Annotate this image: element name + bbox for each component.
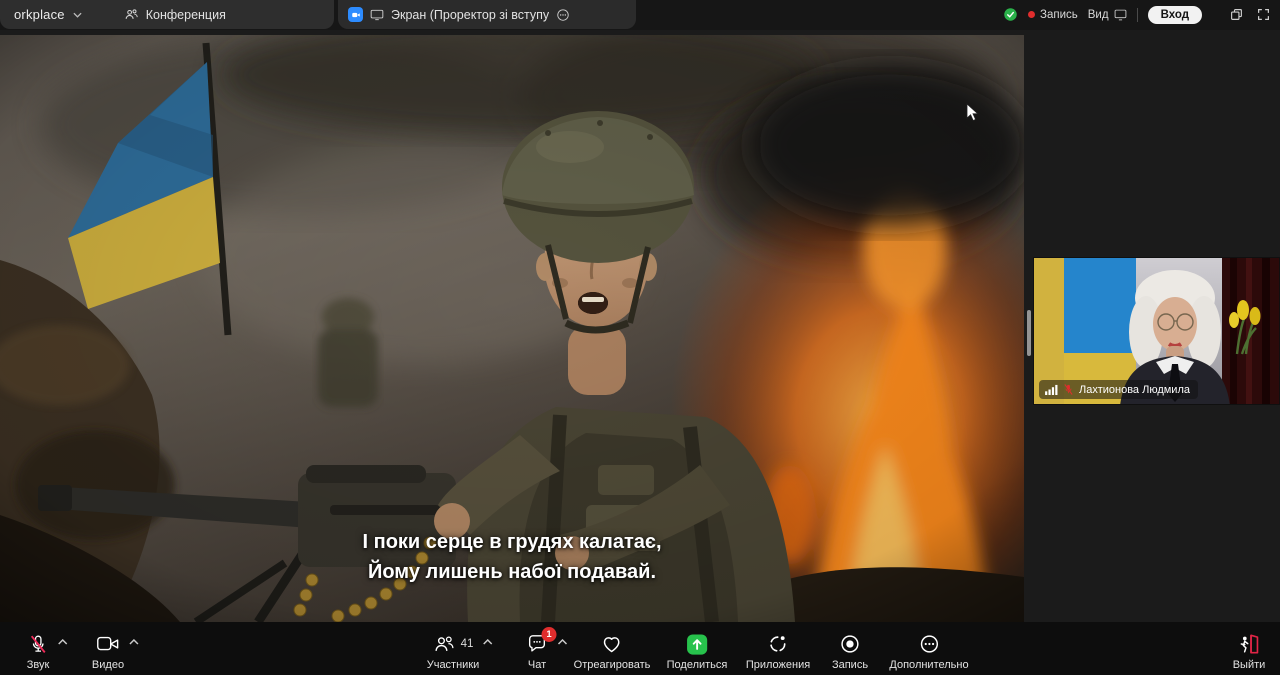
participants-button[interactable]: 41 Участники [423, 630, 484, 673]
record-button[interactable]: Запись [828, 630, 872, 673]
participant-name-label: Лахтионова Людмила [1039, 380, 1198, 399]
audio-label: Звук [27, 659, 50, 671]
participants-icon [433, 633, 456, 655]
workspace-tab-group[interactable]: orkplace Конференция [0, 0, 334, 29]
signal-bars-icon [1045, 384, 1058, 395]
view-button[interactable]: Вид [1088, 9, 1127, 21]
record-label: Запись [832, 659, 868, 671]
react-label: Отреагировать [574, 659, 651, 671]
recording-indicator[interactable]: Запись [1028, 9, 1078, 21]
share-screen-icon [686, 633, 709, 656]
layout-icon [1114, 9, 1127, 21]
encryption-check-icon[interactable] [1003, 7, 1018, 22]
expand-window-icon[interactable] [1257, 8, 1270, 21]
leave-door-icon [1237, 633, 1260, 655]
muted-mic-icon [28, 633, 49, 656]
meeting-content-area: І поки серце в грудях калатає, Йому лише… [0, 30, 1280, 622]
apps-icon [767, 633, 789, 655]
more-label: Дополнительно [889, 659, 968, 671]
apps-label: Приложения [746, 659, 810, 671]
participants-caret-icon[interactable] [482, 639, 492, 645]
tab-conference[interactable]: Конференция [124, 7, 226, 22]
participant-name: Лахтионова Людмила [1079, 384, 1190, 396]
video-label: Видео [92, 659, 124, 671]
record-icon [839, 633, 861, 655]
more-button[interactable]: Дополнительно [885, 630, 972, 673]
participant-video-tile[interactable]: Лахтионова Людмила [1033, 257, 1280, 405]
audio-options-caret-icon[interactable] [58, 639, 68, 645]
screen-share-icon [370, 9, 384, 21]
participants-count: 41 [461, 638, 474, 650]
share-label: Поделиться [667, 659, 728, 671]
recording-dot-icon [1028, 11, 1035, 18]
heart-icon [600, 633, 624, 655]
video-button[interactable]: Видео [88, 630, 128, 673]
chevron-down-icon[interactable] [73, 12, 82, 18]
tab-more-icon[interactable] [556, 8, 570, 22]
meeting-toolbar: Звук Видео 41 [0, 622, 1280, 675]
zoom-logo-icon [348, 7, 363, 22]
divider [1137, 8, 1138, 22]
leave-button[interactable]: Выйти [1229, 630, 1270, 673]
subtitle-line-1: І поки серце в грудях калатає, [0, 527, 1024, 557]
signin-button[interactable]: Вход [1148, 6, 1202, 24]
tab-screen-share-label: Экран (Проректор зі вступу [391, 8, 549, 22]
chat-button[interactable]: 1 Чат [522, 630, 553, 673]
panel-scrollbar[interactable] [1027, 310, 1031, 356]
topbar-right-controls: Запись Вид Вход [1003, 0, 1270, 29]
tab-conference-label: Конференция [146, 8, 226, 22]
chat-caret-icon[interactable] [558, 639, 568, 645]
chat-label: Чат [528, 659, 546, 671]
video-camera-icon [96, 633, 120, 655]
shared-screen-video[interactable]: І поки серце в грудях калатає, Йому лише… [0, 35, 1024, 622]
tab-screen-share[interactable]: Экран (Проректор зі вступу [338, 0, 636, 29]
view-label: Вид [1088, 9, 1109, 21]
video-subtitles: І поки серце в грудях калатає, Йому лише… [0, 527, 1024, 587]
participants-label: Участники [427, 659, 480, 671]
more-icon [918, 633, 940, 655]
participant-muted-mic-icon [1063, 383, 1074, 396]
react-button[interactable]: Отреагировать [570, 630, 655, 673]
restore-window-icon[interactable] [1230, 8, 1243, 21]
recording-label: Запись [1040, 9, 1078, 21]
workspace-title: orkplace [14, 7, 65, 22]
window-top-bar: orkplace Конференция Экран (Проректор зі… [0, 0, 1280, 30]
share-button[interactable]: Поделиться [663, 630, 732, 673]
apps-button[interactable]: Приложения [742, 630, 814, 673]
audio-button[interactable]: Звук [23, 630, 54, 673]
zoom-workplace-window: orkplace Конференция Экран (Проректор зі… [0, 0, 1280, 675]
video-options-caret-icon[interactable] [129, 639, 139, 645]
mouse-cursor [966, 103, 980, 123]
leave-label: Выйти [1233, 659, 1266, 671]
subtitle-line-2: Йому лишень набої подавай. [0, 557, 1024, 587]
chat-unread-badge: 1 [542, 627, 557, 642]
people-icon [124, 7, 139, 22]
